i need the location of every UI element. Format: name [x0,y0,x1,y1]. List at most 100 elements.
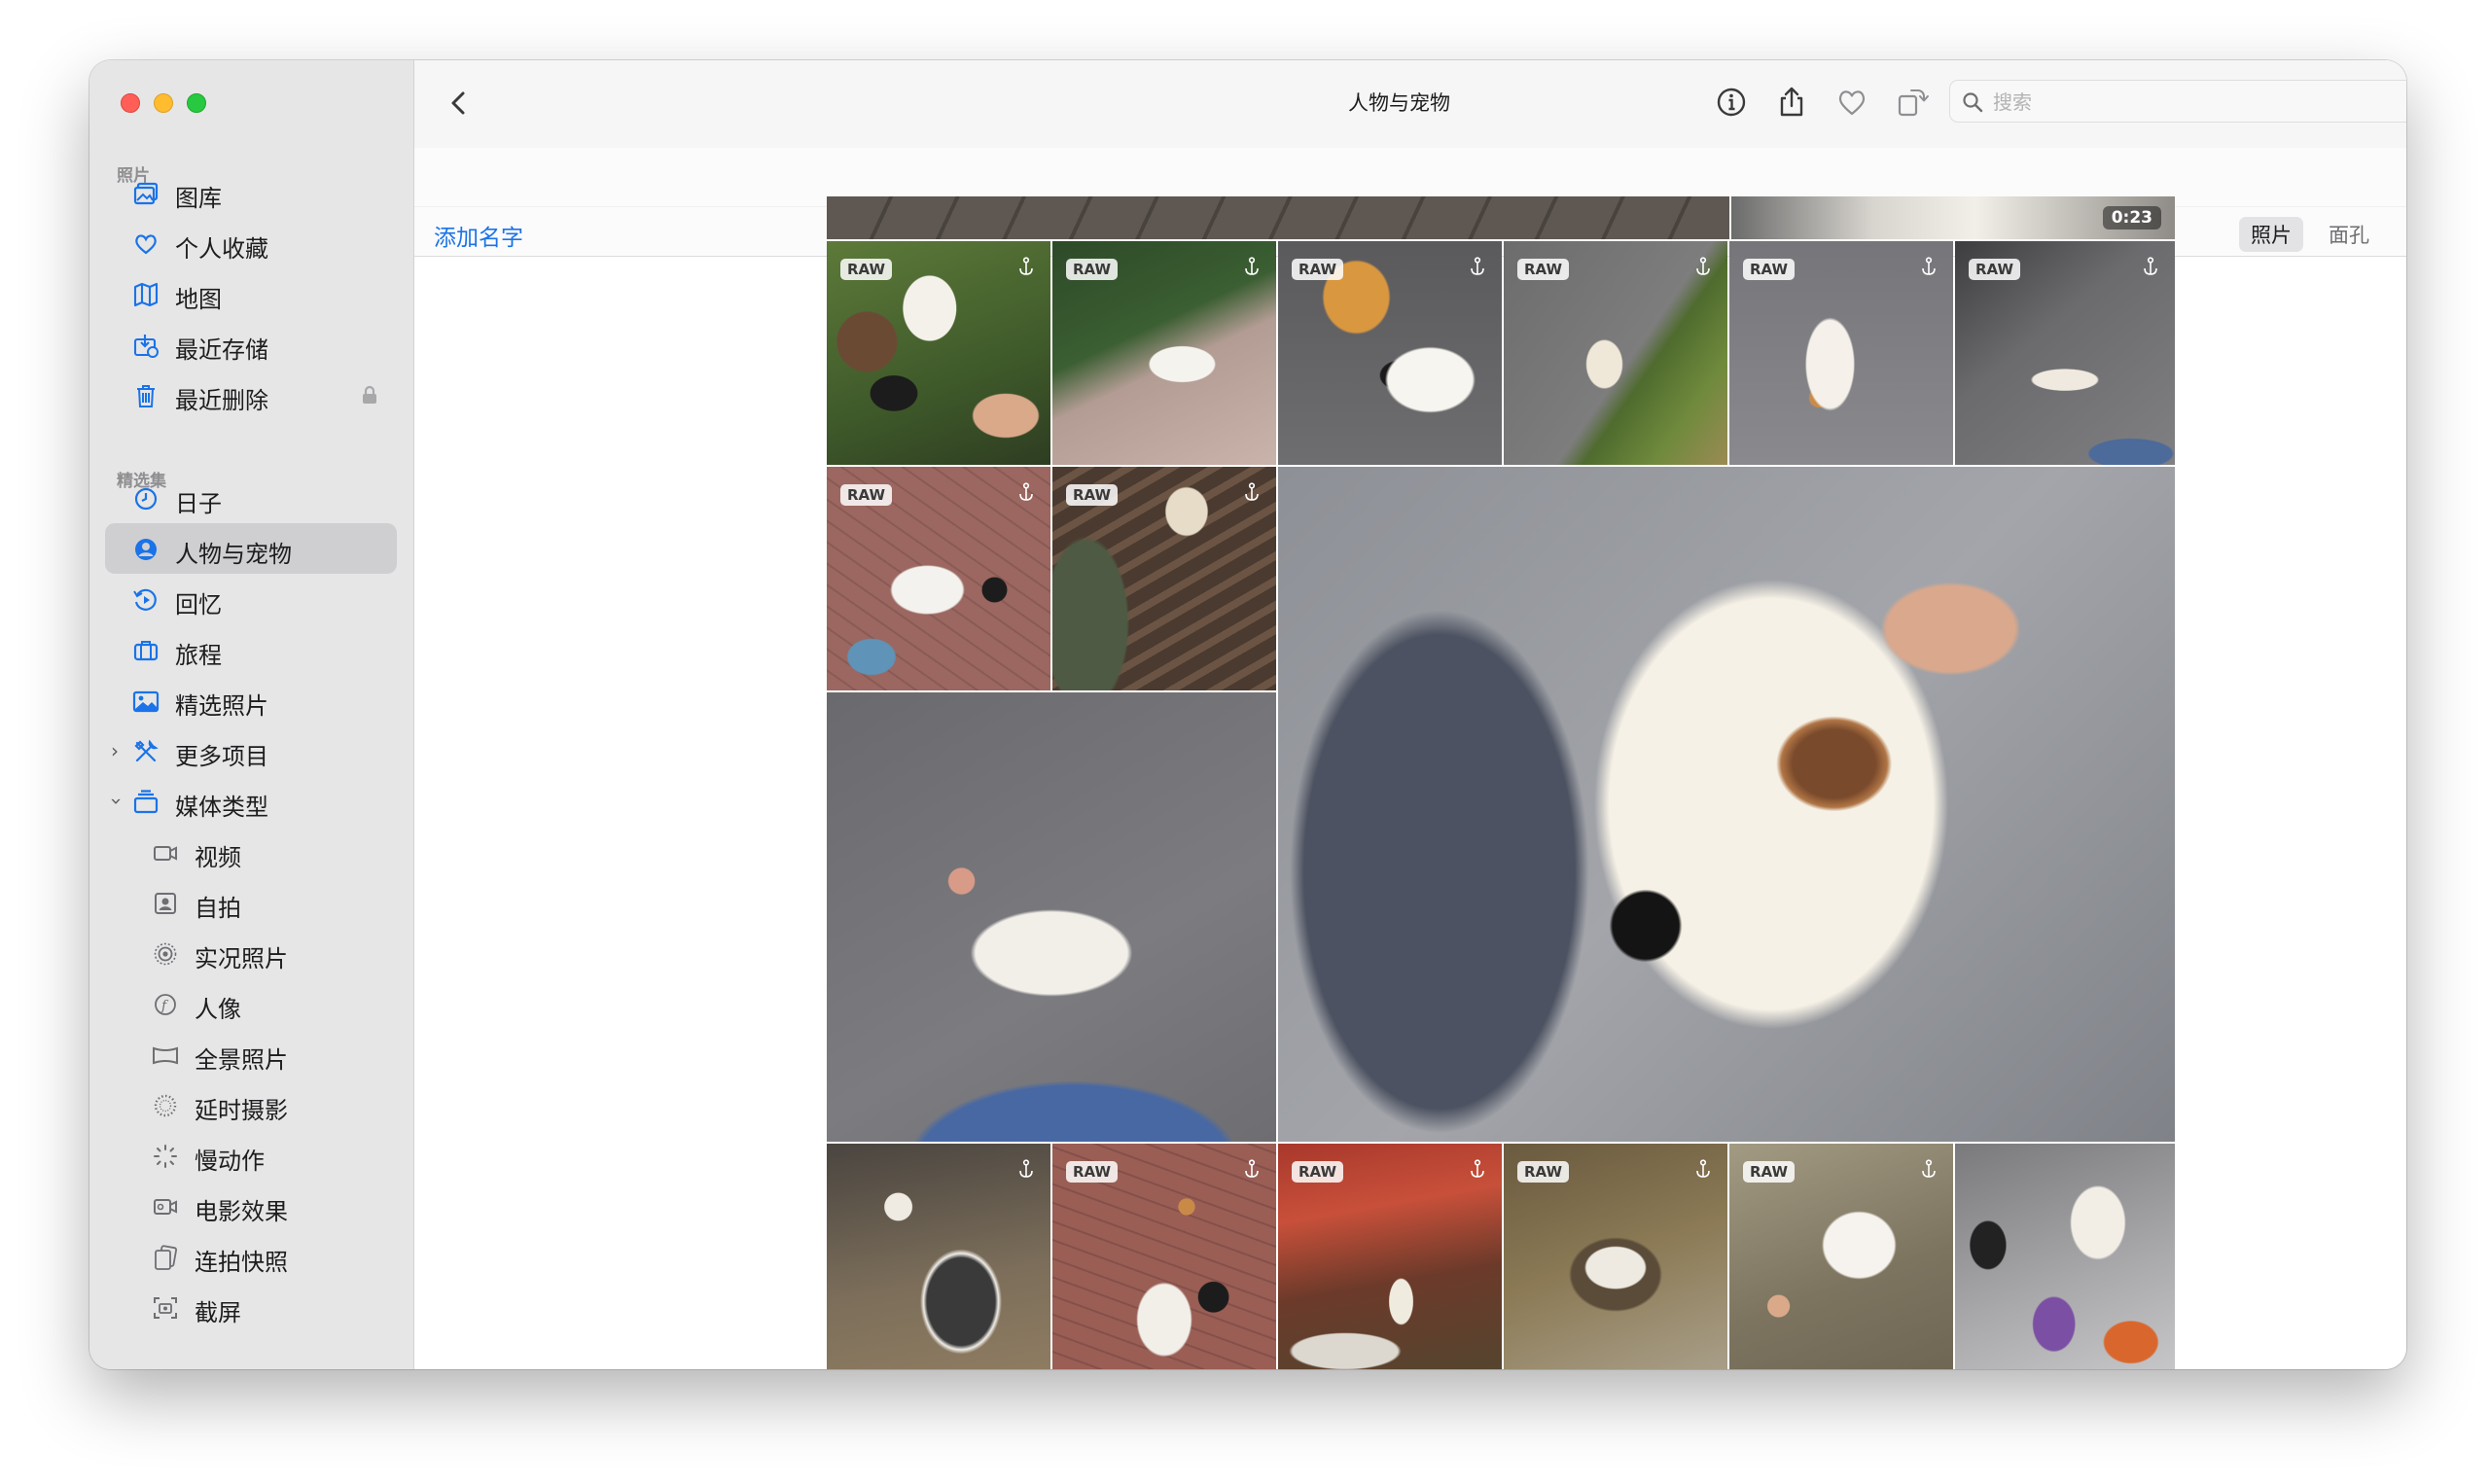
sidebar-item-featured-photos[interactable]: 精选照片 [105,675,397,725]
photo-thumbnail[interactable]: RAW [1278,1144,1502,1369]
trash-icon [137,385,155,407]
anchor-icon [1019,1159,1033,1178]
heart-icon[interactable] [1834,85,1869,120]
photo-thumbnail[interactable]: RAW [1955,241,2175,465]
sidebar-item-label: 地图 [175,286,222,313]
photo-thumbnail[interactable]: RAW [1504,1144,1727,1369]
anchor-icon [1471,257,1484,275]
add-name-button[interactable]: 添加名字 [434,219,523,252]
sidebar-item-label: 图库 [175,185,222,212]
raw-badge: RAW [1743,1161,1796,1183]
sidebar-item-favorites[interactable]: 个人收藏 [105,218,397,268]
sidebar-item-label: 个人收藏 [175,235,268,263]
panorama-icon [153,1046,178,1065]
raw-badge: RAW [1292,1161,1344,1183]
back-icon[interactable] [442,86,477,121]
sidebar-item-map[interactable]: 地图 [105,268,397,319]
sidebar: 照片 图库 个人收藏 地图 最近存储 最近删除 精选集 日子 人物与宠物 回忆 … [89,60,414,1369]
sidebar-item-portrait[interactable]: f 人像 [105,978,397,1029]
sidebar-item-live-photos[interactable]: 实况照片 [105,928,397,978]
photo-thumbnail[interactable]: RAW [1052,467,1276,690]
anchor-icon [2144,257,2157,275]
sidebar-item-cinematic[interactable]: 电影效果 [105,1181,397,1231]
sidebar-item-trips[interactable]: 旅程 [105,624,397,675]
segment-photos[interactable]: 照片 [2239,217,2303,252]
recently-saved-icon [133,335,159,358]
video-icon [154,846,177,861]
photo-thumbnail[interactable]: RAW [1278,241,1502,465]
sidebar-item-label: 自拍 [195,895,241,922]
anchor-icon [1019,482,1033,501]
sidebar-item-recently-saved[interactable]: 最近存储 [105,319,397,370]
sidebar-item-slomo[interactable]: 慢动作 [105,1130,397,1181]
sidebar-item-selfies[interactable]: 自拍 [105,877,397,928]
sidebar-item-label: 日子 [175,490,222,517]
sidebar-item-screenshots[interactable]: 截屏 [105,1282,397,1332]
sidebar-item-media-types[interactable]: › 媒体类型 [105,776,397,827]
lock-icon [363,385,376,404]
map-icon [133,282,159,307]
sidebar-item-videos[interactable]: 视频 [105,827,397,877]
photo-thumbnail[interactable] [827,196,1729,239]
share-icon[interactable] [1774,85,1809,120]
rotate-icon[interactable] [1895,85,1930,120]
video-thumbnail[interactable]: 0:23 [1731,196,2175,239]
heart-icon [135,234,157,255]
page-title: 人物与宠物 [1348,91,1450,115]
anchor-icon [1245,257,1259,275]
segment-faces[interactable]: 面孔 [2317,217,2381,252]
window-controls [121,93,206,113]
photo-thumbnail[interactable] [827,1144,1050,1369]
sidebar-item-timelapse[interactable]: 延时摄影 [105,1079,397,1130]
search-field[interactable] [1949,80,2406,123]
photo-thumbnail[interactable]: RAW [1729,1144,1953,1369]
anchor-icon [1922,257,1936,275]
anchor-icon [1019,257,1033,275]
photo-thumbnail[interactable]: RAW [1052,1144,1276,1369]
main-content: 人物与宠物 添加名字 照片 面孔 0:23 [414,60,2406,1369]
toolbar: 人物与宠物 [414,60,2406,148]
tools-icon [134,739,159,762]
featured-photos-icon [132,690,160,713]
photos-app-window: 照片 图库 个人收藏 地图 最近存储 最近删除 精选集 日子 人物与宠物 回忆 … [89,60,2406,1369]
featured-photo[interactable] [1278,467,2175,1142]
photo-thumbnail[interactable]: RAW [1729,241,1953,465]
search-input[interactable] [1993,88,2406,117]
maximize-window-button[interactable] [187,93,206,113]
chevron-right-icon[interactable]: › [111,739,119,762]
raw-badge: RAW [1969,259,2021,280]
anchor-icon [1696,257,1710,275]
sidebar-item-memories[interactable]: 回忆 [105,574,397,624]
info-icon[interactable] [1714,85,1749,120]
photo-thumbnail[interactable]: RAW [827,467,1050,690]
photo-thumbnail[interactable] [827,692,1276,1142]
sidebar-item-days[interactable]: 日子 [105,473,397,523]
sidebar-item-label: 回忆 [175,591,222,618]
photo-thumbnail[interactable]: RAW [1504,241,1727,465]
sidebar-item-recently-deleted[interactable]: 最近删除 [105,370,397,420]
photo-thumbnail[interactable]: RAW [1052,241,1276,465]
sidebar-item-label: 旅程 [175,642,222,669]
chevron-down-icon[interactable]: › [105,797,128,805]
sidebar-item-more-projects[interactable]: › 更多项目 [105,725,397,776]
close-window-button[interactable] [121,93,140,113]
sidebar-item-label: 精选照片 [175,692,268,720]
sidebar-item-panoramas[interactable]: 全景照片 [105,1029,397,1079]
sidebar-item-people-and-pets[interactable]: 人物与宠物 [105,523,397,574]
photo-thumbnail[interactable] [1955,1144,2175,1369]
sidebar-item-label: 视频 [195,844,241,871]
photo-thumbnail[interactable]: RAW [827,241,1050,465]
sidebar-item-bursts[interactable]: 连拍快照 [105,1231,397,1282]
slomo-icon [154,1145,177,1168]
sidebar-item-label: 最近存储 [175,336,268,364]
memories-icon [133,588,157,611]
sidebar-item-library[interactable]: 图库 [105,167,397,218]
raw-badge: RAW [1517,1161,1570,1183]
minimize-window-button[interactable] [154,93,173,113]
photo-library-icon [133,182,159,205]
screenshot-icon [154,1297,177,1319]
person-circle-icon [135,539,157,560]
suitcase-icon [133,641,159,661]
svg-text:f: f [160,999,169,1014]
anchor-icon [1471,1159,1484,1178]
